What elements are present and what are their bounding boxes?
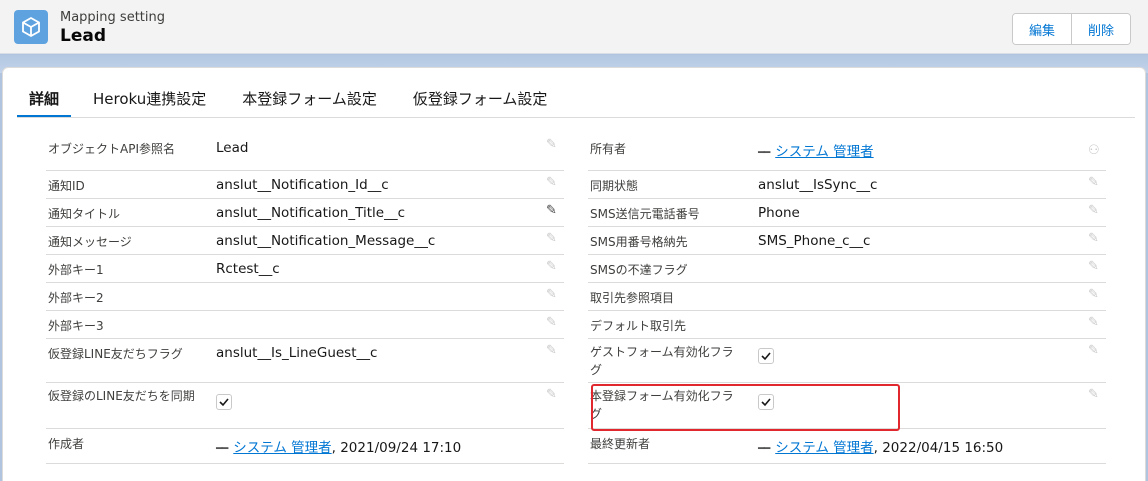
field-value: ━━ システム 管理者 <box>758 140 874 160</box>
tab-details[interactable]: 詳細 <box>17 86 72 118</box>
field-account-reference: 取引先参照項目 ✎ <box>588 283 1106 311</box>
field-label: 作成者 <box>48 437 85 451</box>
pencil-icon[interactable]: ✎ <box>546 137 560 152</box>
created-date: , 2021/09/24 17:10 <box>331 440 462 456</box>
field-sync-status: 同期状態 anslut__IsSync__c ✎ <box>588 171 1106 199</box>
object-type-label: Mapping setting <box>60 10 165 25</box>
modified-by-user-link[interactable]: システム 管理者 <box>775 440 873 456</box>
record-header: Mapping setting Lead 編集 削除 <box>0 0 1148 54</box>
change-owner-icon[interactable]: ⚇ <box>1088 143 1102 158</box>
pencil-icon[interactable]: ✎ <box>1088 287 1102 302</box>
highlight-box <box>591 384 900 431</box>
tab-divider <box>17 117 1135 118</box>
field-label: 外部キー2 <box>48 291 104 305</box>
field-value: anslut__Notification_Id__c <box>216 177 389 193</box>
pencil-icon[interactable]: ✎ <box>546 315 560 330</box>
field-label: 仮登録LINE友だちフラグ <box>48 347 183 361</box>
field-label: デフォルト取引先 <box>590 319 687 333</box>
pencil-icon[interactable]: ✎ <box>1088 259 1102 274</box>
field-label: SMS用番号格納先 <box>590 235 688 249</box>
edit-button[interactable]: 編集 <box>1013 14 1072 44</box>
guest-form-checkbox <box>758 348 774 364</box>
check-icon <box>761 352 771 361</box>
field-label: SMSの不達フラグ <box>590 263 688 277</box>
field-external-key-2: 外部キー2 ✎ <box>46 283 564 311</box>
field-default-account: デフォルト取引先 ✎ <box>588 311 1106 339</box>
created-by-user-link[interactable]: システム 管理者 <box>233 440 331 456</box>
field-label: 取引先参照項目 <box>590 291 675 305</box>
field-value: Lead <box>216 140 249 156</box>
field-last-modified-by: 最終更新者 ━━ システム 管理者, 2022/04/15 16:50 <box>588 429 1106 464</box>
sync-line-friend-checkbox <box>216 394 232 410</box>
field-label: 仮登録のLINE友だちを同期 <box>48 389 195 403</box>
field-object-api-name: オブジェクトAPI参照名 Lead ✎ <box>46 133 564 171</box>
cube-icon <box>14 10 48 44</box>
field-label: 外部キー3 <box>48 319 104 333</box>
field-label: 最終更新者 <box>590 437 651 451</box>
field-label: オブジェクトAPI参照名 <box>48 142 175 156</box>
field-temp-line-friend-flag: 仮登録LINE友だちフラグ anslut__Is_LineGuest__c ✎ <box>46 339 564 383</box>
pencil-icon[interactable]: ✎ <box>1088 203 1102 218</box>
field-label: 通知タイトル <box>48 207 121 221</box>
field-value: anslut__Notification_Message__c <box>216 233 436 249</box>
pencil-icon[interactable]: ✎ <box>1088 231 1102 246</box>
tab-temp-form[interactable]: 仮登録フォーム設定 <box>413 86 548 118</box>
field-sms-number-store: SMS用番号格納先 SMS_Phone_c__c ✎ <box>588 227 1106 255</box>
pencil-icon[interactable]: ✎ <box>546 231 560 246</box>
field-value: ━━ システム 管理者, 2022/04/15 16:50 <box>758 436 1003 456</box>
field-notification-message: 通知メッセージ anslut__Notification_Message__c … <box>46 227 564 255</box>
check-icon <box>219 398 229 407</box>
field-sms-sender-phone: SMS送信元電話番号 Phone ✎ <box>588 199 1106 227</box>
field-label: SMS送信元電話番号 <box>590 207 700 221</box>
field-owner: 所有者 ━━ システム 管理者 ⚇ <box>588 133 1106 171</box>
pencil-icon[interactable]: ✎ <box>546 387 560 402</box>
pencil-icon[interactable]: ✎ <box>546 287 560 302</box>
field-external-key-1: 外部キー1 Rctest__c ✎ <box>46 255 564 283</box>
action-button-group: 編集 削除 <box>1012 13 1132 45</box>
field-notification-id: 通知ID anslut__Notification_Id__c ✎ <box>46 171 564 199</box>
field-sync-temp-line-friend: 仮登録のLINE友だちを同期 ✎ <box>46 383 564 429</box>
pencil-icon[interactable]: ✎ <box>1088 175 1102 190</box>
field-label: 所有者 <box>590 142 627 156</box>
field-value: anslut__IsSync__c <box>758 177 878 193</box>
record-title: Lead <box>60 26 107 46</box>
pencil-icon[interactable]: ✎ <box>546 203 560 218</box>
tab-bar: 詳細 Heroku連携設定 本登録フォーム設定 仮登録フォーム設定 <box>17 86 583 118</box>
pencil-icon[interactable]: ✎ <box>1088 387 1102 402</box>
owner-user-link[interactable]: システム 管理者 <box>775 144 873 160</box>
field-notification-title: 通知タイトル anslut__Notification_Title__c ✎ <box>46 199 564 227</box>
field-value: SMS_Phone_c__c <box>758 233 871 249</box>
pencil-icon[interactable]: ✎ <box>1088 315 1102 330</box>
tab-heroku[interactable]: Heroku連携設定 <box>93 86 206 118</box>
user-avatar-icon: ━━ <box>758 146 770 159</box>
pencil-icon[interactable]: ✎ <box>546 259 560 274</box>
modified-date: , 2022/04/15 16:50 <box>873 440 1004 456</box>
delete-button[interactable]: 削除 <box>1071 14 1131 44</box>
pencil-icon[interactable]: ✎ <box>546 175 560 190</box>
user-avatar-icon: ━━ <box>758 442 770 455</box>
field-value: ━━ システム 管理者, 2021/09/24 17:10 <box>216 436 461 456</box>
user-avatar-icon: ━━ <box>216 442 228 455</box>
field-value: Phone <box>758 205 800 221</box>
pencil-icon[interactable]: ✎ <box>546 343 560 358</box>
field-label: 同期状態 <box>590 179 639 193</box>
field-external-key-3: 外部キー3 ✎ <box>46 311 564 339</box>
field-value: anslut__Is_LineGuest__c <box>216 345 378 361</box>
pencil-icon[interactable]: ✎ <box>1088 343 1102 358</box>
field-label: 外部キー1 <box>48 263 104 277</box>
field-created-by: 作成者 ━━ システム 管理者, 2021/09/24 17:10 <box>46 429 564 464</box>
tab-main-form[interactable]: 本登録フォーム設定 <box>242 86 377 118</box>
field-label: 通知ID <box>48 179 85 193</box>
field-label: 通知メッセージ <box>48 235 132 249</box>
field-guest-form-enabled: ゲストフォーム有効化フラグ ✎ <box>588 339 1106 383</box>
field-value: Rctest__c <box>216 261 280 277</box>
field-label: ゲストフォーム有効化フラグ <box>590 345 734 377</box>
field-sms-undelivered-flag: SMSの不達フラグ ✎ <box>588 255 1106 283</box>
field-value: anslut__Notification_Title__c <box>216 205 406 221</box>
